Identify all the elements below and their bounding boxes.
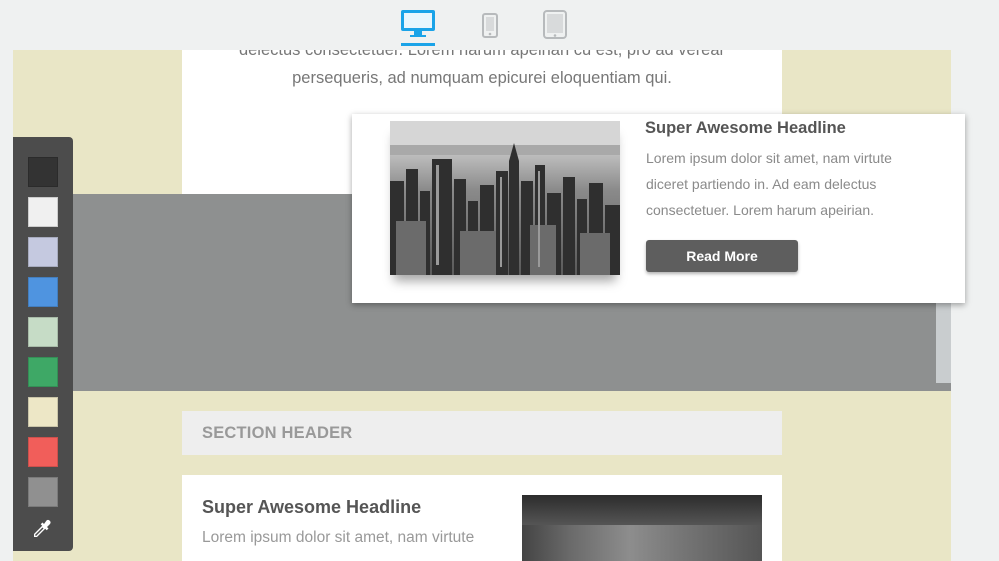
intro-line-2: persequeris, ad numquam epicurei eloquen… [292, 69, 672, 87]
article-headline: Super Awesome Headline [202, 497, 422, 517]
device-preview-toolbar [0, 0, 999, 50]
card-headline: Super Awesome Headline [645, 119, 846, 137]
eyedropper-icon [34, 520, 51, 537]
color-swatch-light-gray[interactable] [28, 197, 58, 227]
desktop-icon [401, 10, 435, 37]
desktop-view-button[interactable] [399, 8, 437, 46]
color-swatch-red[interactable] [28, 437, 58, 467]
tablet-view-button[interactable] [542, 8, 568, 46]
article-body-text: Lorem ipsum dolor sit amet, nam virtute [202, 529, 475, 546]
city-skyline-photo [390, 121, 620, 275]
mobile-phone-icon [482, 13, 498, 38]
color-palette-sidebar [13, 137, 73, 551]
eyedropper-button[interactable] [29, 518, 57, 542]
color-swatch-lavender[interactable] [28, 237, 58, 267]
color-swatch-cream[interactable] [28, 397, 58, 427]
read-more-button[interactable]: Read More [646, 240, 798, 272]
active-device-indicator [401, 43, 435, 46]
color-swatch-dark-gray[interactable] [28, 157, 58, 187]
dragged-content-card[interactable]: Super Awesome Headline Lorem ipsum dolor… [352, 114, 965, 303]
card-body-text: Lorem ipsum dolor sit amet, nam virtute … [646, 150, 892, 218]
tablet-icon [543, 10, 567, 39]
blurred-office-photo [522, 495, 762, 561]
color-swatch-green[interactable] [28, 357, 58, 387]
section-header-title: SECTION HEADER [202, 424, 353, 442]
color-swatch-mint[interactable] [28, 317, 58, 347]
color-swatch-gray[interactable] [28, 477, 58, 507]
color-swatch-blue[interactable] [28, 277, 58, 307]
scrollbar-thumb[interactable] [936, 300, 951, 383]
article-content-block[interactable]: Super Awesome Headline Lorem ipsum dolor… [182, 475, 782, 561]
mobile-view-button[interactable] [479, 8, 501, 46]
section-header-block[interactable]: SECTION HEADER [182, 411, 782, 455]
